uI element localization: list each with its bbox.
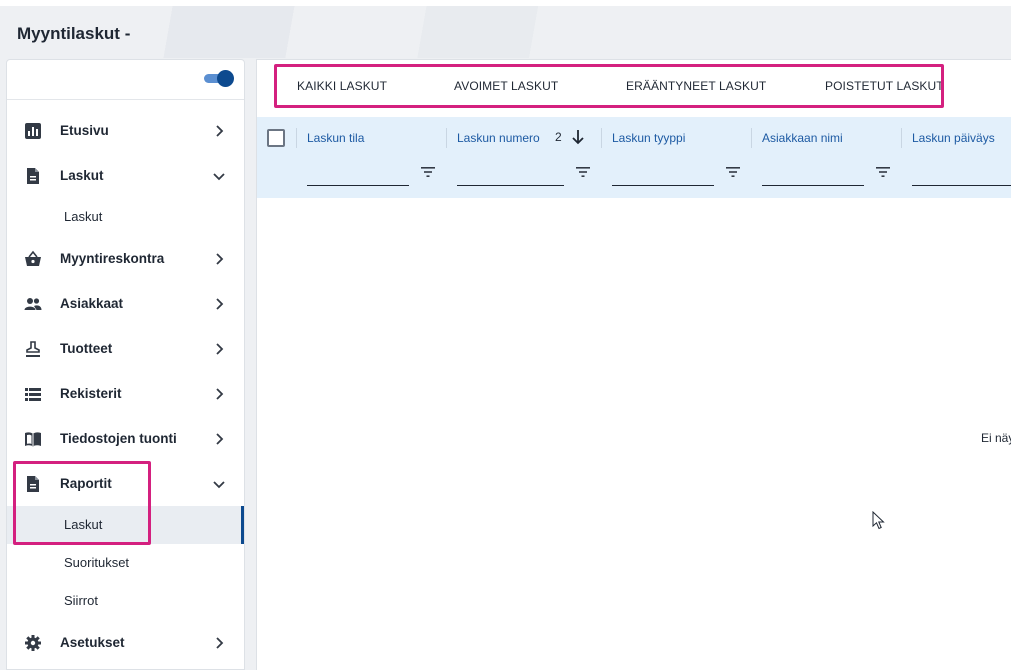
sidebar-item-myyntireskontra[interactable]: Myyntireskontra <box>7 239 244 279</box>
chevron-down-icon <box>213 173 225 181</box>
sidebar-item-label: Laskut <box>60 168 104 183</box>
sidebar-subitem-laskut[interactable]: Laskut <box>7 198 244 236</box>
filter-icon[interactable] <box>421 166 435 178</box>
bar-chart-icon <box>25 123 41 139</box>
chevron-down-icon <box>213 481 225 489</box>
sidebar-item-asiakkaat[interactable]: Asiakkaat <box>7 284 244 324</box>
sort-order-badge: 2 <box>555 130 562 144</box>
sidebar-item-label: Asetukset <box>60 635 125 650</box>
mouse-cursor-icon <box>872 511 885 530</box>
sidebar-item-raportit[interactable]: Raportit <box>7 464 244 504</box>
sidebar-item-label: Raportit <box>60 476 112 491</box>
tab-eraantyneet-laskut[interactable]: ERÄÄNTYNEET LASKUT <box>626 79 766 93</box>
filter-input-laskun-paivays[interactable] <box>912 162 1011 186</box>
column-header-laskun-tila[interactable]: Laskun tila <box>307 131 364 145</box>
column-separator <box>446 128 447 148</box>
column-separator <box>601 128 602 148</box>
sidebar-item-rekisterit[interactable]: Rekisterit <box>7 374 244 414</box>
list-icon <box>25 388 41 401</box>
chevron-right-icon <box>216 388 224 400</box>
active-indicator <box>241 506 244 544</box>
sidebar-subitem-label: Laskut <box>64 209 103 224</box>
chevron-right-icon <box>216 125 224 137</box>
sidebar-item-laskut[interactable]: Laskut <box>7 156 244 196</box>
sidebar-item-tuotteet[interactable]: Tuotteet <box>7 329 244 369</box>
chevron-right-icon <box>216 433 224 445</box>
document-icon <box>27 168 39 184</box>
sidebar-subitem-siirrot[interactable]: Siirrot <box>7 582 244 620</box>
sidebar: Etusivu Laskut Laskut Myyntireskontra As… <box>6 59 245 670</box>
filter-icon[interactable] <box>576 166 590 178</box>
book-icon <box>25 432 41 447</box>
sidebar-item-asetukset[interactable]: Asetukset <box>7 623 244 663</box>
basket-icon <box>25 250 41 266</box>
column-separator <box>901 128 902 148</box>
column-header-laskun-numero[interactable]: Laskun numero <box>457 131 540 145</box>
column-header-laskun-tyyppi[interactable]: Laskun tyyppi <box>612 131 685 145</box>
select-all-checkbox[interactable] <box>267 129 285 147</box>
arrow-down-icon[interactable] <box>571 129 585 145</box>
sidebar-item-label: Tuotteet <box>60 341 113 356</box>
column-separator <box>751 128 752 148</box>
filter-input-asiakkaan-nimi[interactable] <box>762 162 864 186</box>
tab-kaikki-laskut[interactable]: KAIKKI LASKUT <box>297 79 387 93</box>
column-separator <box>296 128 297 148</box>
tab-poistetut-laskut[interactable]: POISTETUT LASKUT <box>825 79 944 93</box>
column-header-asiakkaan-nimi[interactable]: Asiakkaan nimi <box>762 131 843 145</box>
sidebar-item-label: Myyntireskontra <box>60 251 165 266</box>
sidebar-item-label: Etusivu <box>60 123 109 138</box>
sidebar-toggle-row <box>7 60 244 100</box>
sidebar-item-etusivu[interactable]: Etusivu <box>7 111 244 151</box>
sidebar-subitem-label: Suoritukset <box>64 555 130 570</box>
filter-input-laskun-tyyppi[interactable] <box>612 162 714 186</box>
page-title: Myyntilaskut - <box>17 24 131 43</box>
filter-input-laskun-numero[interactable] <box>457 162 564 186</box>
sidebar-toggle-knob[interactable] <box>217 70 234 87</box>
sidebar-subitem-label: Siirrot <box>64 593 98 608</box>
chevron-right-icon <box>216 637 224 649</box>
chevron-right-icon <box>216 343 224 355</box>
people-icon <box>24 298 42 310</box>
chevron-right-icon <box>216 298 224 310</box>
sidebar-subitem-suoritukset[interactable]: Suoritukset <box>7 544 244 582</box>
grid-header: Laskun tila Laskun numero 2 Laskun tyypp… <box>257 117 1011 198</box>
main-panel: KAIKKI LASKUT AVOIMET LASKUT ERÄÄNTYNEET… <box>256 59 1011 670</box>
gear-icon <box>25 635 41 651</box>
document-icon <box>27 476 39 492</box>
stamp-icon <box>26 341 40 357</box>
chevron-right-icon <box>216 253 224 265</box>
filter-icon[interactable] <box>726 166 740 178</box>
empty-grid-message: Ei näy <box>981 431 1011 445</box>
sidebar-item-label: Tiedostojen tuonti <box>60 431 177 446</box>
tab-bar: KAIKKI LASKUT AVOIMET LASKUT ERÄÄNTYNEET… <box>257 60 1011 117</box>
filter-icon[interactable] <box>876 166 890 178</box>
sidebar-subitem-label: Laskut <box>64 517 103 532</box>
sidebar-item-tiedostojen-tuonti[interactable]: Tiedostojen tuonti <box>7 419 244 459</box>
tab-avoimet-laskut[interactable]: AVOIMET LASKUT <box>454 79 558 93</box>
column-header-laskun-paivays[interactable]: Laskun päiväys <box>912 131 995 145</box>
sidebar-subitem-raportit-laskut[interactable]: Laskut <box>7 506 244 544</box>
sidebar-item-label: Asiakkaat <box>60 296 124 311</box>
page-header: Myyntilaskut - <box>0 6 1011 58</box>
filter-input-laskun-tila[interactable] <box>307 162 409 186</box>
sidebar-item-label: Rekisterit <box>60 386 122 401</box>
